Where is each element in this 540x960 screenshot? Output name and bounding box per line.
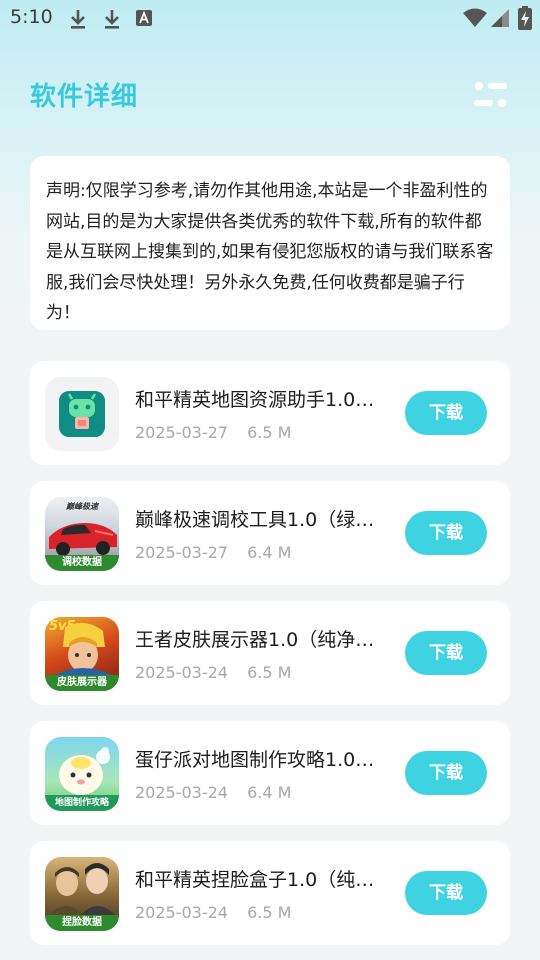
app-name: 和平精英地图资源助手1.0… bbox=[135, 389, 375, 411]
icon-banner: 捏脸数据 bbox=[45, 915, 119, 931]
app-name: 王者皮肤展示器1.0（纯净… bbox=[135, 629, 375, 651]
app-meta: 2025-03-27 6.4 M bbox=[135, 543, 305, 562]
app-size: 6.4 M bbox=[247, 543, 292, 562]
font-notification-icon bbox=[136, 10, 152, 26]
download-icon bbox=[105, 10, 119, 29]
download-button[interactable]: 下载 bbox=[405, 391, 487, 435]
hero-skin-app-icon: 5v5 皮肤展示器 bbox=[45, 617, 119, 691]
app-date: 2025-03-27 bbox=[135, 543, 228, 562]
app-list-item[interactable]: 捏脸数据 和平精英捏脸盒子1.0（纯… 2025-03-24 6.5 M 下载 bbox=[30, 841, 510, 945]
icon-banner: 地图制作攻略 bbox=[45, 795, 119, 811]
app-header: 软件详细 bbox=[0, 60, 540, 130]
page-title: 软件详细 bbox=[30, 82, 139, 112]
app-meta: 2025-03-24 6.5 M bbox=[135, 663, 305, 682]
download-button[interactable]: 下载 bbox=[405, 631, 487, 675]
download-icon bbox=[71, 10, 85, 29]
app-size: 6.5 M bbox=[247, 423, 292, 442]
app-date: 2025-03-24 bbox=[135, 903, 228, 922]
app-name: 和平精英捏脸盒子1.0（纯… bbox=[135, 869, 375, 891]
status-time: 5:10 bbox=[10, 6, 53, 28]
green-robot-app-icon bbox=[45, 377, 119, 451]
download-button[interactable]: 下载 bbox=[405, 511, 487, 555]
battery-charging-icon bbox=[518, 6, 532, 30]
icon-banner: 皮肤展示器 bbox=[45, 675, 119, 691]
app-name: 蛋仔派对地图制作攻略1.0… bbox=[135, 749, 375, 771]
soldier-face-app-icon: 捏脸数据 bbox=[45, 857, 119, 931]
wifi-icon bbox=[463, 8, 487, 27]
status-bar: 5:10 bbox=[0, 0, 540, 36]
icon-banner: 调校数据 bbox=[45, 555, 119, 571]
app-meta: 2025-03-27 6.5 M bbox=[135, 423, 305, 442]
menu-icon bbox=[474, 82, 507, 107]
app-list-item[interactable]: 巅峰极速 调校数据 巅峰极速调校工具1.0（绿… 2025-03-27 6.4 … bbox=[30, 481, 510, 585]
racing-car-app-icon: 巅峰极速 调校数据 bbox=[45, 497, 119, 571]
disclaimer-card: 声明:仅限学习参考,请勿作其他用途,本站是一个非盈利性的网站,目的是为大家提供各… bbox=[30, 156, 510, 330]
menu-button[interactable] bbox=[470, 78, 510, 112]
app-size: 6.4 M bbox=[247, 783, 292, 802]
app-date: 2025-03-24 bbox=[135, 783, 228, 802]
disclaimer-text: 声明:仅限学习参考,请勿作其他用途,本站是一个非盈利性的网站,目的是为大家提供各… bbox=[46, 181, 494, 323]
app-list-item[interactable]: 5v5 皮肤展示器 王者皮肤展示器1.0（纯净… 2025-03-24 6.5 … bbox=[30, 601, 510, 705]
app-size: 6.5 M bbox=[247, 663, 292, 682]
app-name: 巅峰极速调校工具1.0（绿… bbox=[135, 509, 375, 531]
app-meta: 2025-03-24 6.4 M bbox=[135, 783, 305, 802]
download-button[interactable]: 下载 bbox=[405, 871, 487, 915]
app-date: 2025-03-27 bbox=[135, 423, 228, 442]
app-meta: 2025-03-24 6.5 M bbox=[135, 903, 305, 922]
egg-party-app-icon: 地图制作攻略 bbox=[45, 737, 119, 811]
app-list-item[interactable]: 地图制作攻略 蛋仔派对地图制作攻略1.0… 2025-03-24 6.4 M 下… bbox=[30, 721, 510, 825]
app-date: 2025-03-24 bbox=[135, 663, 228, 682]
cell-signal-icon bbox=[491, 9, 509, 27]
app-list-item[interactable]: 和平精英地图资源助手1.0… 2025-03-27 6.5 M 下载 bbox=[30, 361, 510, 465]
app-size: 6.5 M bbox=[247, 903, 292, 922]
download-button[interactable]: 下载 bbox=[405, 751, 487, 795]
